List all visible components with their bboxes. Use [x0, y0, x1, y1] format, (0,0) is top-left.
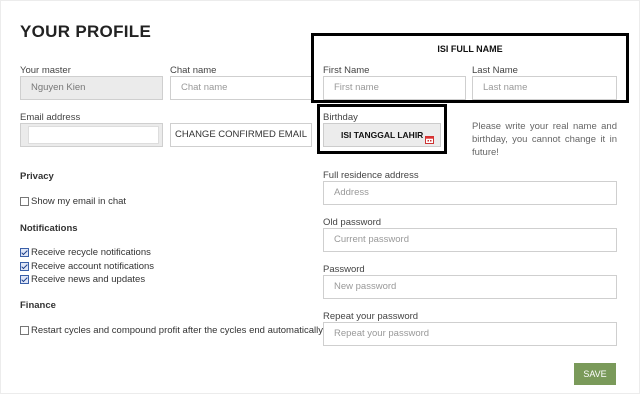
repeat-password-input[interactable]: Repeat your password: [323, 322, 617, 346]
birthday-input[interactable]: ISI TANGGAL LAHIR: [323, 123, 441, 147]
restart-cycles-checkbox[interactable]: [20, 326, 29, 335]
email-field: [20, 123, 163, 147]
birthday-label: Birthday: [323, 112, 358, 123]
page-title: YOUR PROFILE: [20, 22, 152, 41]
account-notifications-label: Receive account notifications: [31, 261, 155, 272]
new-password-input[interactable]: New password: [323, 275, 617, 299]
repeat-password-label: Repeat your password: [323, 311, 419, 322]
last-name-input[interactable]: Last name: [472, 76, 617, 100]
notification-option[interactable]: Receive recycle notifications: [20, 247, 151, 258]
old-password-label: Old password: [323, 217, 382, 228]
first-name-label: First Name: [323, 65, 370, 76]
calendar-icon[interactable]: [425, 130, 434, 144]
master-label: Your master: [20, 65, 71, 76]
chat-name-input[interactable]: Chat name: [170, 76, 312, 100]
last-name-label: Last Name: [472, 65, 518, 76]
finance-heading: Finance: [20, 300, 56, 311]
email-label: Email address: [20, 112, 81, 123]
birthday-note: Please write your real name and birthday…: [472, 121, 617, 158]
fullname-annotation: ISI FULL NAME: [437, 44, 503, 54]
notification-option[interactable]: Receive account notifications: [20, 261, 154, 272]
news-updates-label: Receive news and updates: [31, 274, 146, 285]
privacy-heading: Privacy: [20, 171, 54, 182]
recycle-notifications-label: Receive recycle notifications: [31, 247, 151, 258]
notifications-heading: Notifications: [20, 223, 78, 234]
show-email-label: Show my email in chat: [31, 196, 127, 207]
address-input[interactable]: Address: [323, 181, 617, 205]
email-value: [28, 126, 159, 144]
privacy-option[interactable]: Show my email in chat: [20, 196, 126, 207]
news-updates-checkbox[interactable]: [20, 275, 29, 284]
first-name-input[interactable]: First name: [323, 76, 466, 100]
address-label: Full residence address: [323, 170, 419, 181]
old-password-input[interactable]: Current password: [323, 228, 617, 252]
recycle-notifications-checkbox[interactable]: [20, 248, 29, 257]
notification-option[interactable]: Receive news and updates: [20, 274, 145, 285]
finance-option[interactable]: Restart cycles and compound profit after…: [20, 325, 323, 336]
password-label: Password: [323, 264, 365, 275]
change-email-button[interactable]: CHANGE CONFIRMED EMAIL: [170, 123, 312, 147]
show-email-checkbox[interactable]: [20, 197, 29, 206]
master-field: Nguyen Kien: [20, 76, 163, 100]
chat-name-label: Chat name: [170, 65, 217, 76]
save-button[interactable]: SAVE: [574, 363, 616, 385]
birthday-annotation: ISI TANGGAL LAHIR: [341, 130, 424, 140]
restart-cycles-label: Restart cycles and compound profit after…: [31, 325, 324, 336]
account-notifications-checkbox[interactable]: [20, 262, 29, 271]
